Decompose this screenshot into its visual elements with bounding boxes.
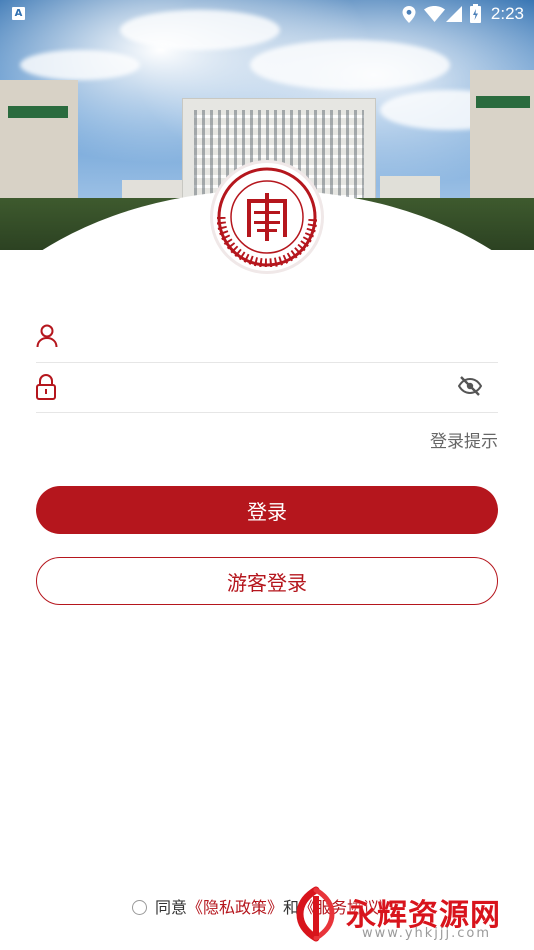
status-time: 2:23 <box>490 4 524 23</box>
guest-login-button[interactable]: 游客登录 <box>36 557 498 605</box>
lock-icon <box>36 374 56 400</box>
agree-radio[interactable] <box>132 900 147 915</box>
privacy-policy-link[interactable]: 《隐私政策》 <box>187 898 283 917</box>
university-seal-logo <box>213 163 321 271</box>
notification-icon: A <box>12 7 25 20</box>
username-field-row <box>36 312 498 363</box>
login-button[interactable]: 登录 <box>36 486 498 534</box>
password-input[interactable] <box>78 372 452 404</box>
signal-icon <box>446 6 462 22</box>
watermark-url: www.yhkjjj.com <box>362 926 492 941</box>
agree-prefix: 同意 <box>155 898 188 917</box>
watermark: 永辉资源网 www.yhkjjj.com <box>288 884 528 946</box>
location-icon <box>402 6 416 23</box>
wifi-icon <box>424 6 445 22</box>
login-hint-link[interactable]: 登录提示 <box>430 427 498 452</box>
status-bar: A 2:23 <box>0 0 534 28</box>
username-input[interactable] <box>78 322 452 354</box>
eye-off-icon[interactable] <box>458 375 482 397</box>
user-icon <box>36 324 58 348</box>
password-field-row <box>36 362 498 413</box>
battery-icon <box>470 4 481 23</box>
watermark-logo-icon <box>296 886 335 942</box>
